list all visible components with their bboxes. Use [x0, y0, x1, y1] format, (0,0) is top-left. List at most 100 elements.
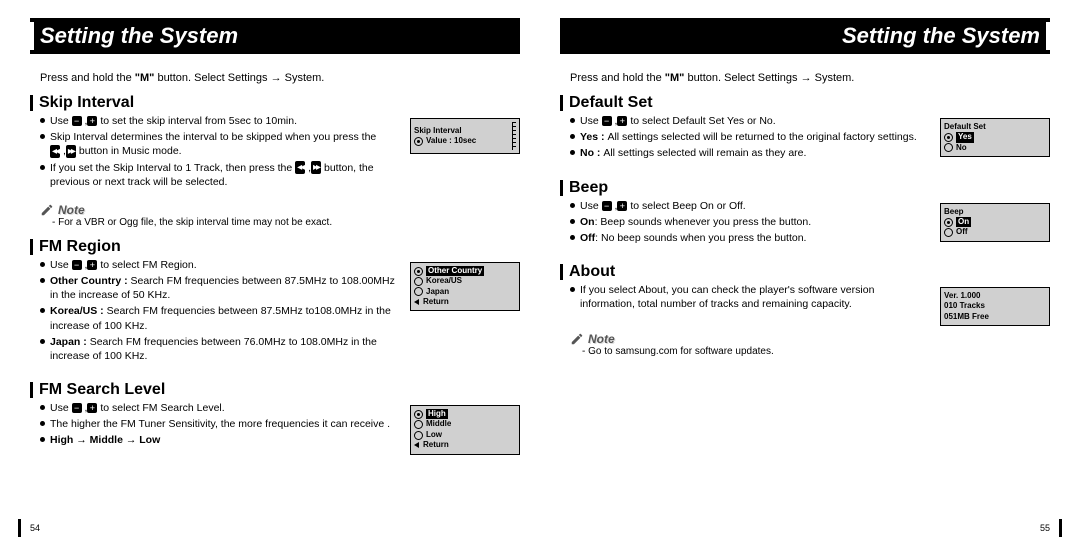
text: to select Beep On or Off. [627, 200, 745, 212]
note-label-text: Note [588, 332, 615, 346]
m-button-label: "M" [135, 72, 155, 84]
text: High → Middle → Low [50, 434, 160, 446]
bullet-item: Use − ,+ to set the skip interval from 5… [40, 114, 400, 128]
page-right: Setting the System Press and hold the "M… [540, 0, 1080, 539]
text: Use [50, 115, 72, 127]
minus-icon: − [72, 260, 82, 270]
bullet-item: Skip Interval determines the interval to… [40, 130, 400, 158]
section-heading-text: FM Region [39, 238, 121, 256]
minus-icon: − [72, 116, 82, 126]
screen-option: Low [426, 430, 442, 440]
rewind-icon: ◂◂ [295, 161, 305, 175]
text: button in Music mode. [76, 145, 182, 157]
plus-icon: + [87, 116, 97, 126]
rewind-icon: ◂◂ [50, 145, 60, 159]
screen-value: Value : 10sec [426, 136, 476, 146]
minus-icon: − [602, 201, 612, 211]
section-heading-text: About [569, 263, 615, 281]
minus-icon: − [72, 403, 82, 413]
screen-option: Japan [426, 287, 449, 297]
section-skip-interval: Skip Interval [30, 94, 520, 112]
device-screen-beep: Beep On Off [940, 203, 1050, 242]
screen-option: Return [423, 297, 449, 307]
screen-option: Middle [426, 419, 451, 429]
page-number: 55 [1040, 523, 1050, 533]
minus-icon: − [602, 116, 612, 126]
screen-selected: Other Country [426, 266, 484, 276]
intro-text: Press and hold the [570, 72, 665, 84]
note-text: - Go to samsung.com for software updates… [582, 346, 1050, 357]
section-body: Use − ,+ to select FM Search Level. The … [30, 401, 520, 456]
screen-selected: Yes [956, 132, 974, 142]
section-heading-text: Default Set [569, 94, 653, 112]
bullet-list: If you select About, you can check the p… [570, 283, 930, 313]
text: Use [580, 115, 602, 127]
radio-icon [414, 287, 423, 296]
bullet-list: Use − ,+ to select Beep On or Off. On: B… [570, 199, 930, 248]
section-body: Use − ,+ to select Default Set Yes or No… [560, 114, 1050, 169]
plus-icon: + [87, 260, 97, 270]
radio-selected-icon [944, 133, 953, 142]
plus-icon: + [87, 403, 97, 413]
bullet-item: Use − ,+ to select FM Search Level. [40, 401, 400, 415]
section-body: Use − ,+ to select Beep On or Off. On: B… [560, 199, 1050, 254]
page-left: Setting the System Press and hold the "M… [0, 0, 540, 539]
screen-line: Ver. 1.000 [944, 291, 1046, 301]
text: Use [50, 259, 72, 271]
label: Japan : [50, 336, 90, 348]
bullet-item: High → Middle → Low [40, 433, 400, 447]
text: to select Default Set Yes or No. [627, 115, 775, 127]
screen-title: Beep [944, 207, 1046, 217]
note-label: Note [570, 332, 1050, 346]
bullet-item: If you set the Skip Interval to 1 Track,… [40, 161, 400, 189]
radio-icon [414, 277, 423, 286]
text: to select FM Search Level. [97, 402, 224, 414]
screen-line: 051MB Free [944, 312, 1046, 322]
m-button-label: "M" [665, 72, 685, 84]
page-title-text: Setting the System [842, 23, 1040, 49]
section-heading-text: FM Search Level [39, 381, 165, 399]
label: Korea/US : [50, 305, 107, 317]
section-fm-search: FM Search Level [30, 381, 520, 399]
device-screen-fm: Other Country Korea/US Japan Return [410, 262, 520, 312]
device-screen-skip: Skip Interval Value : 10sec [410, 118, 520, 154]
radio-selected-icon [414, 410, 423, 419]
intro-text: Press and hold the [40, 72, 135, 84]
forward-icon: ▸▸ [66, 145, 76, 159]
radio-icon [944, 228, 953, 237]
text: If you set the Skip Interval to 1 Track,… [50, 162, 295, 174]
bullet-item: Use − ,+ to select Beep On or Off. [570, 199, 930, 213]
screen-option: Return [423, 440, 449, 450]
text: Search FM frequencies between 76.0MHz to… [50, 336, 377, 362]
text: Use [50, 402, 72, 414]
note-label-text: Note [58, 203, 85, 217]
text: to select FM Region. [97, 259, 196, 271]
pencil-icon [570, 332, 584, 346]
screen-line: 010 Tracks [944, 301, 1046, 311]
pencil-icon [40, 203, 54, 217]
device-screen-default: Default Set Yes No [940, 118, 1050, 157]
radio-icon [414, 431, 423, 440]
page-title-right: Setting the System [560, 18, 1050, 54]
forward-icon: ▸▸ [311, 161, 321, 175]
section-body: Use − ,+ to set the skip interval from 5… [30, 114, 520, 197]
bullet-item: If you select About, you can check the p… [570, 283, 930, 311]
bullet-item: Use − ,+ to select FM Region. [40, 258, 400, 272]
text: The higher the FM Tuner Sensitivity, the… [50, 418, 390, 430]
bullet-item: Japan : Search FM frequencies between 76… [40, 335, 400, 363]
radio-selected-icon [414, 267, 423, 276]
text: Use [580, 200, 602, 212]
plus-icon: + [617, 116, 627, 126]
screen-selected: On [956, 217, 971, 227]
section-fm-region: FM Region [30, 238, 520, 256]
bullet-item: The higher the FM Tuner Sensitivity, the… [40, 417, 400, 431]
ruler-icon [512, 122, 516, 150]
section-beep: Beep [560, 179, 1050, 197]
label: Off [580, 232, 595, 244]
text: All settings selected will be returned t… [607, 131, 916, 143]
return-icon [414, 299, 419, 305]
return-icon [414, 442, 419, 448]
note-text: - For a VBR or Ogg file, the skip interv… [52, 217, 520, 228]
intro-right: Press and hold the "M" button. Select Se… [570, 72, 1050, 84]
radio-icon [944, 143, 953, 152]
